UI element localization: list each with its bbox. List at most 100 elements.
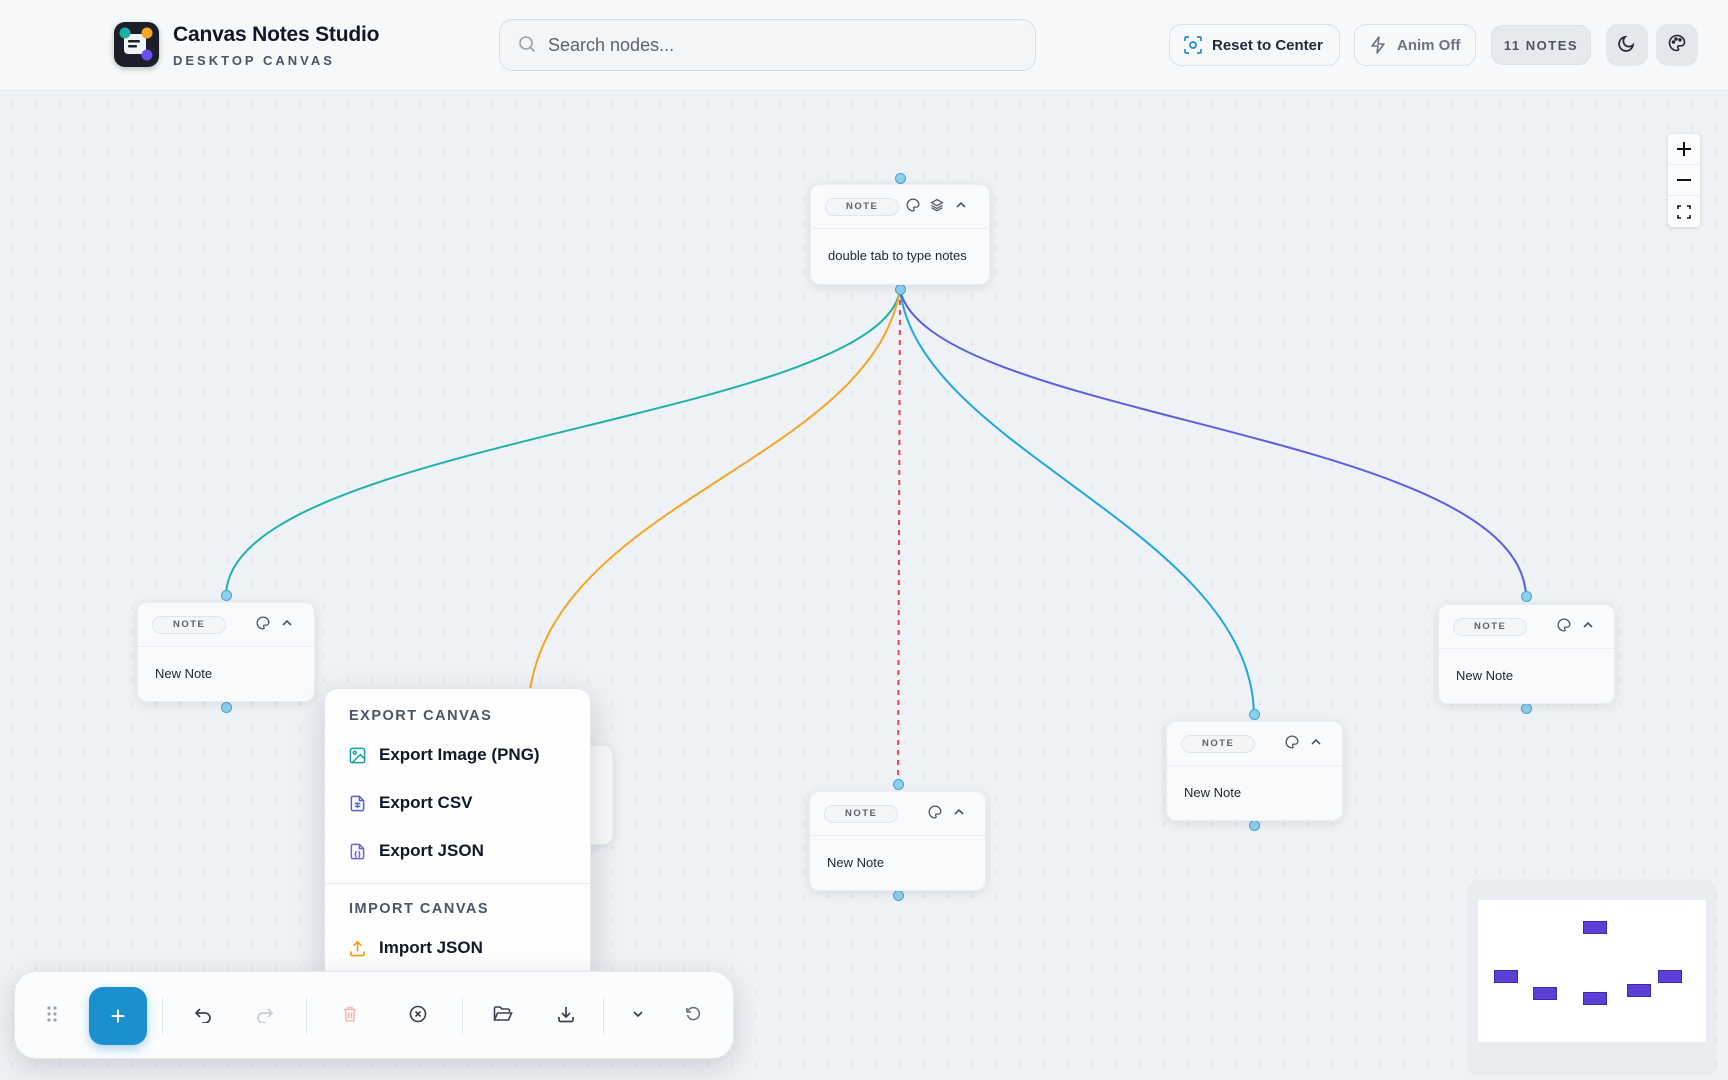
fit-screen-icon	[1677, 204, 1691, 219]
node-handle[interactable]	[893, 890, 904, 901]
reset-icon[interactable]	[679, 1000, 707, 1028]
export-png-label: Export Image (PNG)	[379, 745, 540, 764]
theme-toggle-button[interactable]	[1606, 24, 1648, 66]
note-node[interactable]: NOTE New Note	[809, 791, 986, 891]
toolbar-divider	[462, 998, 463, 1034]
palette-icon[interactable]	[906, 198, 920, 217]
toolbar-divider	[603, 998, 604, 1034]
anim-label: Anim Off	[1397, 36, 1461, 54]
minimap-node	[1583, 992, 1607, 1005]
export-png-item[interactable]: Export Image (PNG)	[349, 745, 540, 765]
note-node[interactable]: NOTE New Note	[137, 602, 315, 702]
note-tag: NOTE	[152, 616, 227, 634]
note-text[interactable]: New Note	[155, 666, 212, 681]
chevron-up-icon[interactable]	[1581, 618, 1595, 637]
zoom-controls	[1668, 134, 1700, 227]
palette-icon	[1668, 34, 1686, 57]
note-header: NOTE	[810, 792, 985, 836]
minimap-node	[1533, 987, 1557, 1000]
toolbar-divider	[306, 998, 307, 1034]
redo-icon[interactable]	[251, 1000, 279, 1028]
note-header: NOTE	[138, 603, 314, 647]
chevron-down-icon[interactable]	[624, 1000, 652, 1028]
chevron-up-icon[interactable]	[952, 805, 966, 824]
node-handle[interactable]	[893, 779, 904, 790]
note-text[interactable]: New Note	[1456, 668, 1513, 683]
chevron-up-icon[interactable]	[954, 198, 968, 217]
import-json-label: Import JSON	[379, 938, 483, 957]
search-input[interactable]: Search nodes...	[499, 19, 1036, 71]
note-tag: NOTE	[824, 805, 899, 823]
note-header: NOTE	[1167, 722, 1342, 766]
anim-toggle-button[interactable]: Anim Off	[1354, 24, 1476, 66]
json-file-icon	[349, 843, 367, 860]
zoom-out-button[interactable]	[1668, 165, 1700, 196]
note-text[interactable]: New Note	[1184, 785, 1241, 800]
node-handle[interactable]	[1521, 591, 1532, 602]
notes-count-badge: 11 NOTES	[1491, 25, 1591, 65]
export-json-item[interactable]: Export JSON	[349, 841, 484, 861]
node-handle[interactable]	[895, 284, 906, 295]
minimap-node	[1494, 970, 1518, 983]
undo-icon[interactable]	[189, 1000, 217, 1028]
fit-view-button[interactable]	[1668, 196, 1700, 227]
palette-icon[interactable]	[256, 616, 270, 635]
import-heading: IMPORT CANVAS	[349, 901, 490, 917]
app-header: Canvas Notes Studio DESKTOP CANVAS Searc…	[0, 0, 1728, 91]
minimap-node	[1658, 970, 1682, 983]
download-icon[interactable]	[552, 1000, 580, 1028]
node-handle[interactable]	[1521, 703, 1532, 714]
note-node[interactable]: NOTE New Note	[1166, 721, 1343, 821]
node-handle[interactable]	[1249, 820, 1260, 831]
node-handle[interactable]	[1249, 709, 1260, 720]
menu-divider	[325, 883, 592, 884]
note-text[interactable]: New Note	[827, 855, 884, 870]
moon-icon	[1618, 34, 1636, 57]
app-subtitle: DESKTOP CANVAS	[173, 53, 335, 68]
palette-button[interactable]	[1656, 24, 1698, 66]
palette-icon[interactable]	[1557, 618, 1571, 637]
add-note-button[interactable]: +	[89, 987, 147, 1045]
minimap-viewport	[1478, 900, 1706, 1042]
focus-icon	[1184, 36, 1202, 54]
folder-open-icon[interactable]	[489, 1000, 517, 1028]
note-text[interactable]: double tab to type notes	[828, 248, 967, 263]
export-csv-label: Export CSV	[379, 793, 473, 812]
bottom-toolbar: +	[14, 971, 734, 1059]
node-handle[interactable]	[221, 590, 232, 601]
lightning-icon	[1369, 36, 1387, 54]
palette-icon[interactable]	[928, 805, 942, 824]
toolbar-divider	[162, 998, 163, 1034]
app-title: Canvas Notes Studio	[173, 23, 380, 46]
csv-file-icon	[349, 795, 367, 812]
minimap-node	[1627, 984, 1651, 997]
note-tag: NOTE	[1181, 735, 1256, 753]
minimap[interactable]	[1470, 882, 1714, 1072]
note-header: NOTE	[1439, 605, 1614, 649]
note-tag: NOTE	[1453, 618, 1528, 636]
zoom-in-button[interactable]	[1668, 134, 1700, 165]
export-json-label: Export JSON	[379, 841, 484, 860]
import-json-item[interactable]: Import JSON	[349, 938, 483, 958]
node-handle[interactable]	[895, 173, 906, 184]
export-import-menu: EXPORT CANVAS Export Image (PNG) Export …	[324, 688, 592, 982]
export-csv-item[interactable]: Export CSV	[349, 793, 473, 813]
note-header: NOTE	[811, 185, 989, 229]
drag-handle-icon[interactable]	[38, 1000, 66, 1028]
palette-icon[interactable]	[1285, 735, 1299, 754]
export-heading: EXPORT CANVAS	[349, 708, 493, 724]
note-node[interactable]: NOTE double tab to type notes	[810, 184, 990, 285]
chevron-up-icon[interactable]	[1309, 735, 1323, 754]
minimap-node	[1583, 921, 1607, 934]
trash-icon[interactable]	[336, 1000, 364, 1028]
search-placeholder: Search nodes...	[548, 35, 675, 55]
note-node[interactable]: NOTE New Note	[1438, 604, 1615, 704]
clear-icon[interactable]	[404, 1000, 432, 1028]
chevron-up-icon[interactable]	[280, 616, 294, 635]
layers-icon[interactable]	[930, 198, 944, 217]
upload-icon	[349, 940, 367, 957]
search-icon	[518, 35, 536, 58]
app-logo	[114, 22, 159, 67]
node-handle[interactable]	[221, 702, 232, 713]
reset-to-center-button[interactable]: Reset to Center	[1169, 24, 1340, 66]
